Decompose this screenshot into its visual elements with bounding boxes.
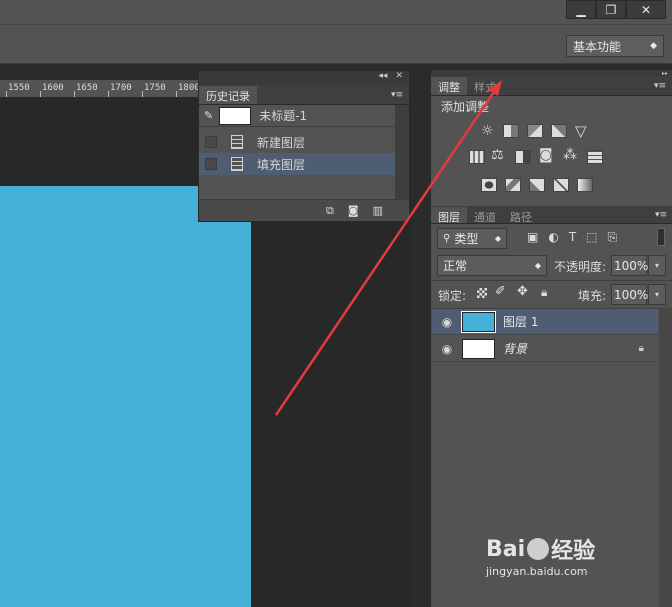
watermark-brand: Bai xyxy=(486,536,526,562)
watermark-brand2: 经验 xyxy=(551,539,596,564)
watermark-url: jingyan.baidu.com xyxy=(486,565,588,578)
annotation-arrow xyxy=(274,80,502,416)
paw-icon xyxy=(527,538,550,560)
watermark-logo: Bai 经验 xyxy=(486,533,636,565)
watermark: Bai 经验 jingyan.baidu.com xyxy=(486,533,636,591)
